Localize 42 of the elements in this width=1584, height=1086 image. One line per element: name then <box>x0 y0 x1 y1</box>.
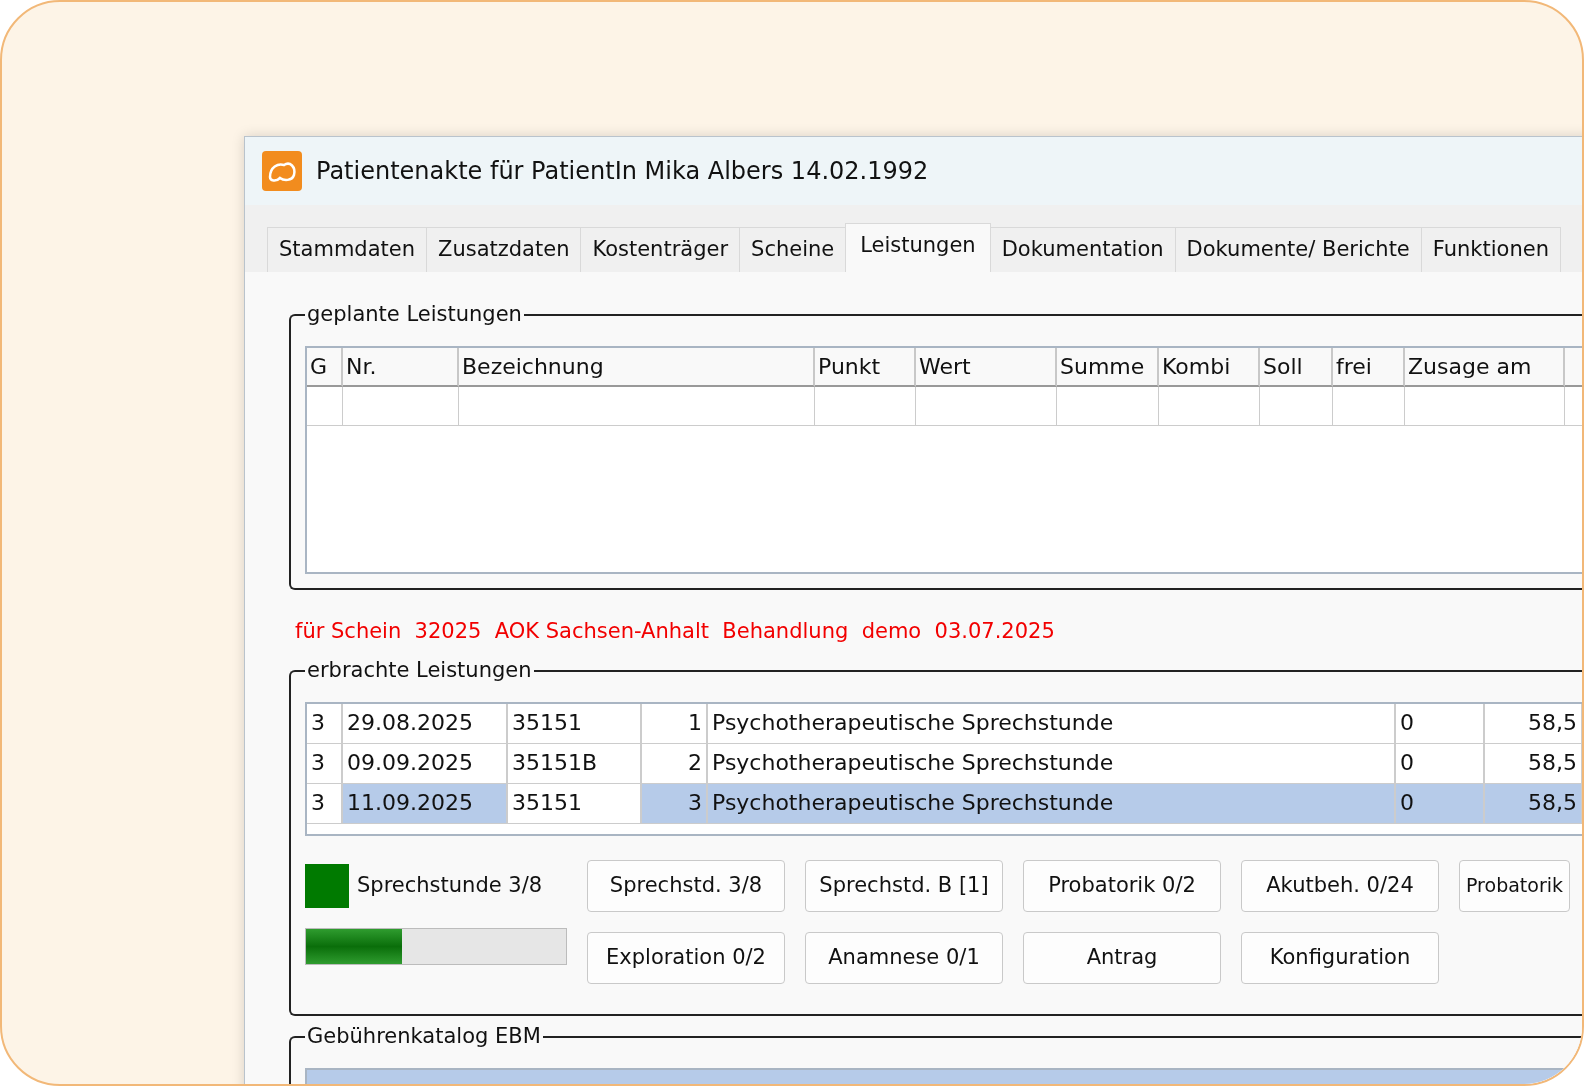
column-header[interactable]: Bezeichnung <box>459 347 815 387</box>
column-header[interactable]: G <box>307 347 343 387</box>
column-header[interactable]: Summe <box>1057 347 1159 387</box>
table-cell: 1 <box>642 703 708 744</box>
table-cell: 29.08.2025 <box>343 703 508 744</box>
status-label: Sprechstunde 3/8 <box>357 871 543 899</box>
window-title: Patientenakte für PatientIn Mika Albers 14.02.1992 <box>316 156 929 187</box>
table-cell: 11.09.2025 <box>343 783 508 824</box>
button[interactable]: Probatorik 0/2 <box>1023 859 1221 912</box>
tab[interactable]: Funktionen <box>1420 227 1561 272</box>
column-header[interactable]: Soll <box>1260 347 1333 387</box>
table-cell: Psychotherapeutische Sprechstunde <box>708 703 1396 744</box>
table-cell: 0 <box>1396 703 1485 744</box>
button[interactable]: Konfiguration <box>1241 931 1439 984</box>
tab[interactable]: Stammdaten <box>267 227 427 272</box>
table-cell: 35151B <box>508 743 642 784</box>
column-header[interactable]: Zusage am <box>1405 347 1565 387</box>
table-cell: 3 <box>642 783 708 824</box>
table-cell: 3 <box>307 703 343 744</box>
button[interactable]: Anamnese 0/1 <box>805 931 1003 984</box>
column-header[interactable]: frei <box>1333 347 1405 387</box>
tab[interactable]: Leistungen <box>845 223 991 272</box>
button[interactable]: Probatorik <box>1459 859 1570 912</box>
button[interactable]: Sprechstd. 3/8 <box>587 859 785 912</box>
table-cell: 35151 <box>508 703 642 744</box>
table-cell: 3 <box>307 743 343 784</box>
app-logo-icon <box>262 151 302 191</box>
column-header[interactable]: Punkt <box>815 347 916 387</box>
button[interactable]: Antrag <box>1023 931 1221 984</box>
table-cell: 58,5 <box>1485 703 1582 744</box>
button[interactable]: Exploration 0/2 <box>587 931 785 984</box>
column-header[interactable]: Wert <box>916 347 1057 387</box>
schein-info: für Schein 32025 AOK Sachsen-Anhalt Behandlung demo 03.07.2025 <box>295 617 1056 644</box>
button[interactable]: Akutbeh. 0/24 <box>1241 859 1439 912</box>
column-header[interactable]: Kombi <box>1159 347 1260 387</box>
table-cell <box>1333 386 1405 426</box>
column-header[interactable]: Nr. <box>343 347 459 387</box>
button[interactable]: Sprechstd. B [1] <box>805 859 1003 912</box>
table-cell: 58,5 <box>1485 783 1582 824</box>
table-cell: Psychotherapeutische Sprechstunde <box>708 783 1396 824</box>
table-cell <box>307 386 343 426</box>
table-cell: 0 <box>1396 783 1485 824</box>
